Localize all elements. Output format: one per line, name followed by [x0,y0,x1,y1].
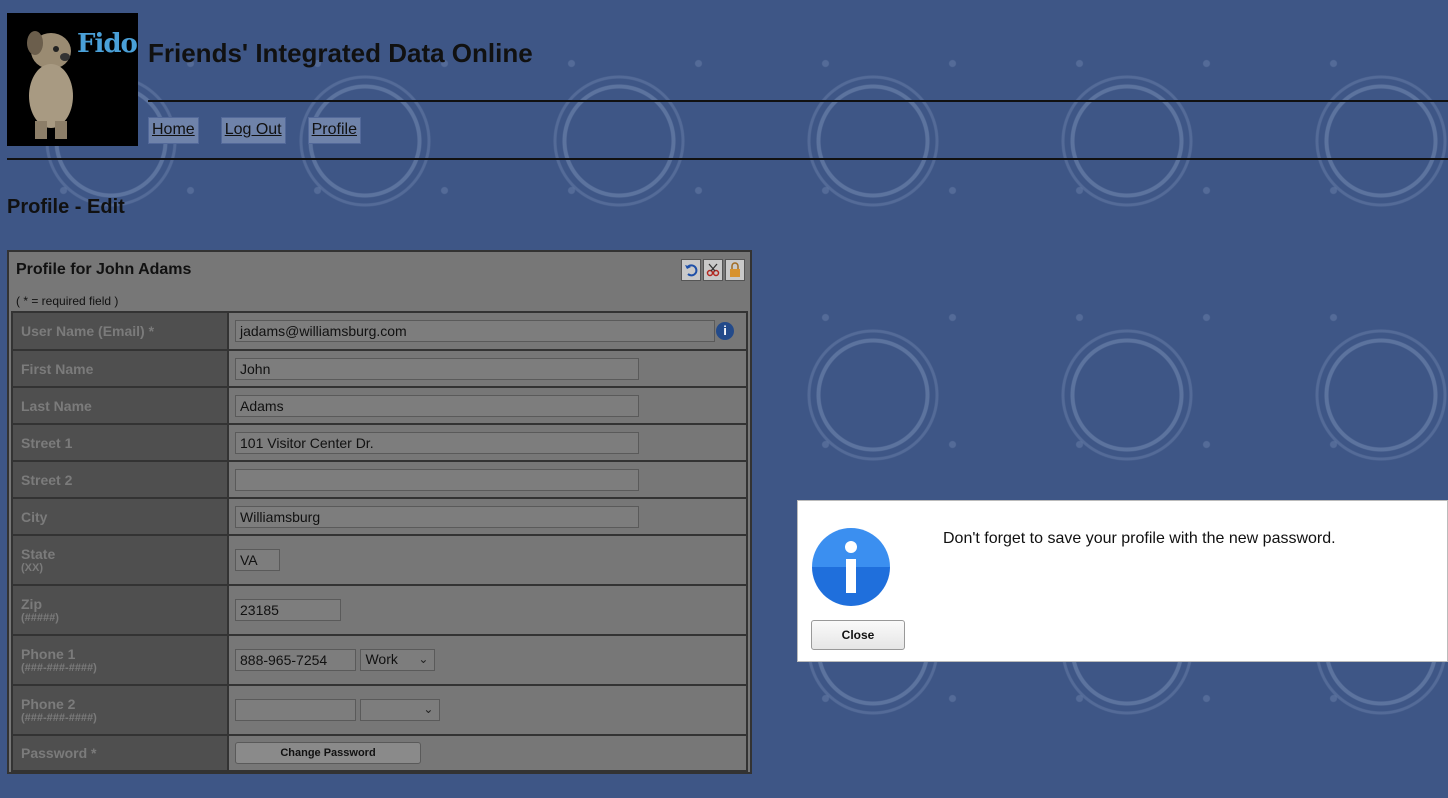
scissors-icon[interactable] [703,259,723,281]
form-row-last-name: Last Name Adams [11,386,748,425]
form-row-first-name: First Name John [11,349,748,388]
phone1-format-hint: (###-###-####) [21,662,97,674]
nav-profile-link[interactable]: Profile [307,117,361,144]
state-label-cell: State (XX) [11,534,229,586]
form-row-phone1: Phone 1 (###-###-####) 888-965-7254 Work… [11,634,748,686]
panel-toolbar [681,259,745,281]
phone1-label-cell: Phone 1 (###-###-####) [11,634,229,686]
zip-input[interactable]: 23185 [235,599,341,621]
required-note: ( * = required field ) [16,294,119,308]
phone2-label: Phone 2 [21,696,76,712]
close-button[interactable]: Close [811,620,905,650]
form-row-state: State (XX) VA [11,534,748,586]
phone2-format-hint: (###-###-####) [21,712,97,724]
info-dialog: Don't forget to save your profile with t… [797,500,1448,662]
header-divider [148,100,1448,102]
form-row-street2: Street 2 [11,460,748,499]
chevron-down-icon: ⌄ [423,702,434,716]
phone2-label-cell: Phone 2 (###-###-####) [11,684,229,736]
street1-label: Street 1 [11,423,229,462]
phone2-cell: ⌄ [227,684,748,736]
street1-input[interactable]: 101 Visitor Center Dr. [235,431,639,454]
city-label: City [11,497,229,536]
first-name-input[interactable]: John [235,357,639,380]
first-name-label: First Name [11,349,229,388]
state-label: State [21,546,56,562]
state-input[interactable]: VA [235,549,280,571]
profile-panel: Profile for John Adams ( * = required fi… [7,250,752,774]
phone1-input[interactable]: 888-965-7254 [235,649,356,671]
street2-cell [227,460,748,499]
phone2-input[interactable] [235,699,356,721]
street1-cell: 101 Visitor Center Dr. [227,423,748,462]
phone1-type-value: Work [365,651,398,667]
username-label: User Name (Email) * [11,311,229,351]
password-cell: Change Password [227,734,748,772]
form-row-password: Password * Change Password [11,734,748,772]
profile-form: User Name (Email) * jadams@williamsburg.… [11,311,748,772]
phone1-type-select[interactable]: Work ⌄ [360,649,436,671]
nav-logout-link[interactable]: Log Out [220,117,286,144]
phone2-type-select[interactable]: ⌄ [360,699,441,721]
password-label: Password * [11,734,229,772]
dog-icon [27,31,73,139]
city-cell: Williamsburg [227,497,748,536]
form-row-city: City Williamsburg [11,497,748,536]
form-row-username: User Name (Email) * jadams@williamsburg.… [11,311,748,351]
chevron-down-icon: ⌄ [418,652,429,666]
last-name-input[interactable]: Adams [235,394,639,417]
form-row-phone2: Phone 2 (###-###-####) ⌄ [11,684,748,736]
zip-format-hint: (#####) [21,612,59,624]
dialog-message: Don't forget to save your profile with t… [943,530,1336,547]
fido-logo: Fido [7,13,138,146]
nav-home-link[interactable]: Home [148,117,199,144]
street2-input[interactable] [235,468,639,491]
nav-divider [7,158,1448,160]
state-cell: VA [227,534,748,586]
username-input[interactable]: jadams@williamsburg.com [235,320,715,342]
main-nav: Home Log Out Profile [148,117,361,144]
username-cell: jadams@williamsburg.com i [227,311,748,351]
change-password-button[interactable]: Change Password [235,742,421,764]
lock-icon[interactable] [725,259,745,281]
phone1-cell: 888-965-7254 Work ⌄ [227,634,748,686]
city-input[interactable]: Williamsburg [235,505,639,528]
first-name-cell: John [227,349,748,388]
zip-label: Zip [21,596,42,612]
page-title: Profile - Edit [7,196,125,218]
site-title: Friends' Integrated Data Online [148,38,533,68]
phone1-label: Phone 1 [21,646,76,662]
form-row-street1: Street 1 101 Visitor Center Dr. [11,423,748,462]
form-row-zip: Zip (#####) 23185 [11,584,748,636]
info-circle-icon [812,528,890,606]
logo-text: Fido [77,29,138,59]
street2-label: Street 2 [11,460,229,499]
state-format-hint: (XX) [21,562,43,574]
info-icon[interactable]: i [716,322,734,340]
zip-cell: 23185 [227,584,748,636]
last-name-label: Last Name [11,386,229,425]
zip-label-cell: Zip (#####) [11,584,229,636]
last-name-cell: Adams [227,386,748,425]
undo-icon[interactable] [681,259,701,281]
panel-title: Profile for John Adams [16,261,192,278]
